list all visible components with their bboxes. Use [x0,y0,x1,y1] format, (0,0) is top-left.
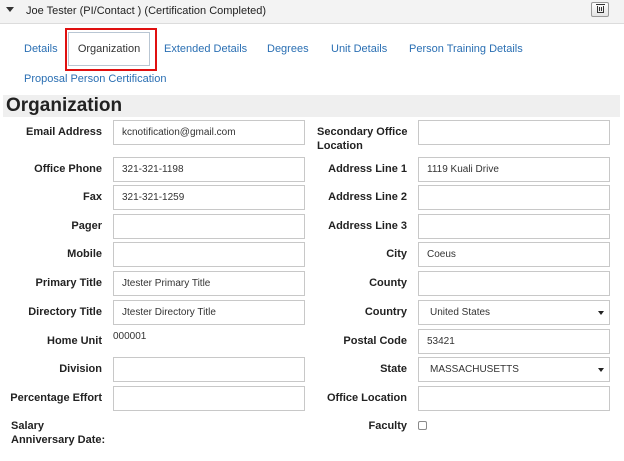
city-label: City [386,248,407,260]
delete-person-button[interactable] [591,2,609,17]
fax-label: Fax [83,191,102,203]
home-unit-label: Home Unit [47,335,102,347]
division-label: Division [59,363,102,375]
tab-proposal-person-certification[interactable]: Proposal Person Certification [24,73,166,85]
office-location-field[interactable] [418,386,610,411]
postal-code-label: Postal Code [343,335,407,347]
home-unit-value: 000001 [113,331,147,342]
section-title: Organization [6,95,123,116]
chevron-down-icon [598,368,604,372]
mobile-label: Mobile [67,248,102,260]
trash-icon [596,4,605,13]
county-field[interactable] [418,271,610,296]
address2-field[interactable] [418,185,610,210]
state-select[interactable]: MASSACHUSETTS [418,357,610,382]
state-select-value: MASSACHUSETTS [430,364,519,375]
office-phone-label: Office Phone [34,163,102,175]
salary-anniversary-label-line2: Anniversary Date: [11,434,106,446]
person-header-title: Joe Tester (PI/Contact ) (Certification … [26,5,267,17]
address2-label: Address Line 2 [328,191,407,203]
tab-details[interactable]: Details [24,43,58,55]
office-phone-field[interactable]: 321-321-1198 [113,157,305,182]
country-label: Country [364,306,407,318]
primary-title-label: Primary Title [35,277,102,289]
pager-label: Pager [71,220,102,232]
secondary-office-label: Secondary Office Location [317,125,407,153]
office-location-label: Office Location [326,392,407,404]
secondary-office-label-line2: Location [317,140,363,152]
faculty-checkbox[interactable] [418,421,427,430]
address3-label: Address Line 3 [328,220,407,232]
city-field[interactable]: Coeus [418,242,610,267]
pager-field[interactable] [113,214,305,239]
person-header-bar: Joe Tester (PI/Contact ) (Certification … [0,0,624,24]
fax-field[interactable]: 321-321-1259 [113,185,305,210]
email-field[interactable]: kcnotification@gmail.com [113,120,305,145]
directory-title-label: Directory Title [28,306,102,318]
tab-degrees[interactable]: Degrees [267,43,309,55]
division-field[interactable] [113,357,305,382]
secondary-office-field[interactable] [418,120,610,145]
email-label: Email Address [25,126,102,138]
faculty-label: Faculty [368,420,407,432]
percentage-effort-field[interactable] [113,386,305,411]
mobile-field[interactable] [113,242,305,267]
state-label: State [380,363,407,375]
country-select-value: United States [430,307,491,318]
tab-person-training-details[interactable]: Person Training Details [409,43,523,55]
address1-label: Address Line 1 [328,163,407,175]
section-header: Organization [3,95,620,117]
tab-organization[interactable]: Organization [68,32,150,66]
secondary-office-label-line1: Secondary Office [317,126,408,138]
primary-title-field[interactable]: Jtester Primary Title [113,271,305,296]
tab-extended-details[interactable]: Extended Details [164,43,247,55]
salary-anniversary-label-line1: Salary [11,420,45,432]
postal-code-field[interactable]: 53421 [418,329,610,354]
address3-field[interactable] [418,214,610,239]
chevron-down-icon [598,311,604,315]
collapse-triangle-icon[interactable] [6,7,14,12]
country-select[interactable]: United States [418,300,610,325]
directory-title-field[interactable]: Jtester Directory Title [113,300,305,325]
tab-unit-details[interactable]: Unit Details [331,43,387,55]
salary-anniversary-label: Salary Anniversary Date: [11,419,105,447]
county-label: County [369,277,407,289]
percentage-effort-label: Percentage Effort [10,392,102,404]
address1-field[interactable]: 1119 Kuali Drive [418,157,610,182]
